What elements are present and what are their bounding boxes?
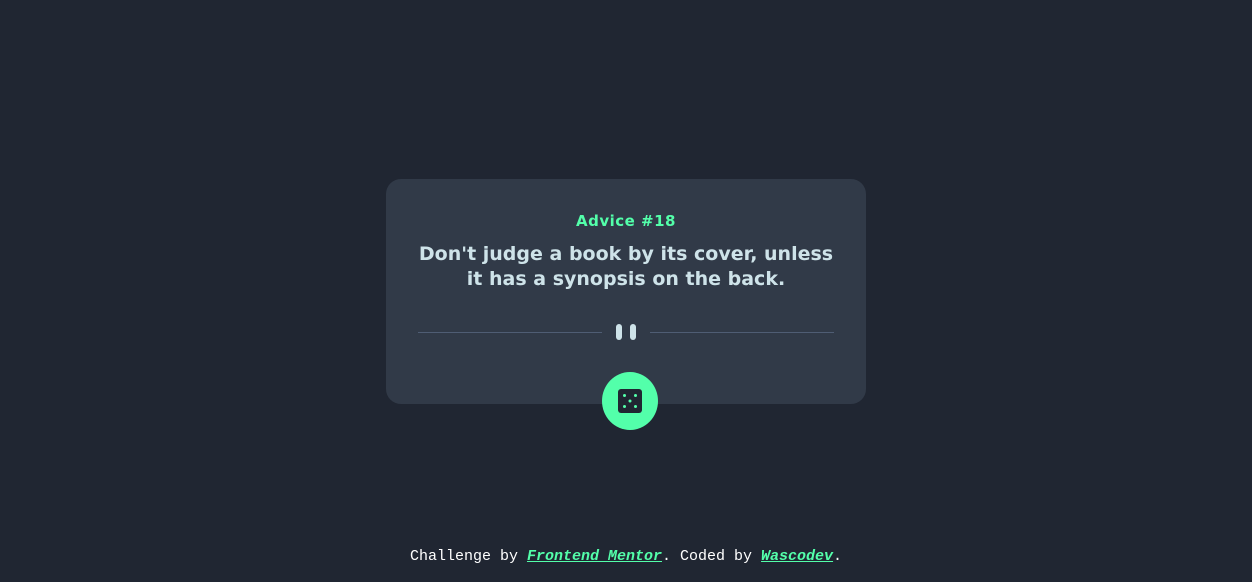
advice-quote: Don't judge a book by its cover, unless … — [418, 243, 834, 290]
pause-bar-right — [630, 324, 636, 340]
pattern-divider — [418, 322, 834, 342]
advice-id: Advice #18 — [576, 212, 676, 230]
attribution-prefix: Challenge by — [409, 548, 527, 565]
pause-icon — [602, 324, 650, 340]
advice-card: Advice #18 Don't judge a book by its cov… — [386, 179, 866, 404]
frontend-mentor-link[interactable]: Frontend Mentor — [527, 548, 662, 565]
pause-bar-left — [616, 324, 622, 340]
dice-icon — [618, 389, 642, 413]
attribution: Challenge by Frontend Mentor. Coded by W… — [0, 548, 1252, 565]
divider-line-left — [418, 331, 602, 333]
attribution-suffix: . — [833, 548, 843, 565]
divider-line-right — [650, 331, 834, 333]
new-advice-button[interactable] — [602, 372, 658, 430]
attribution-middle: . Coded by — [662, 548, 762, 565]
author-link[interactable]: Wascodev — [761, 548, 833, 565]
